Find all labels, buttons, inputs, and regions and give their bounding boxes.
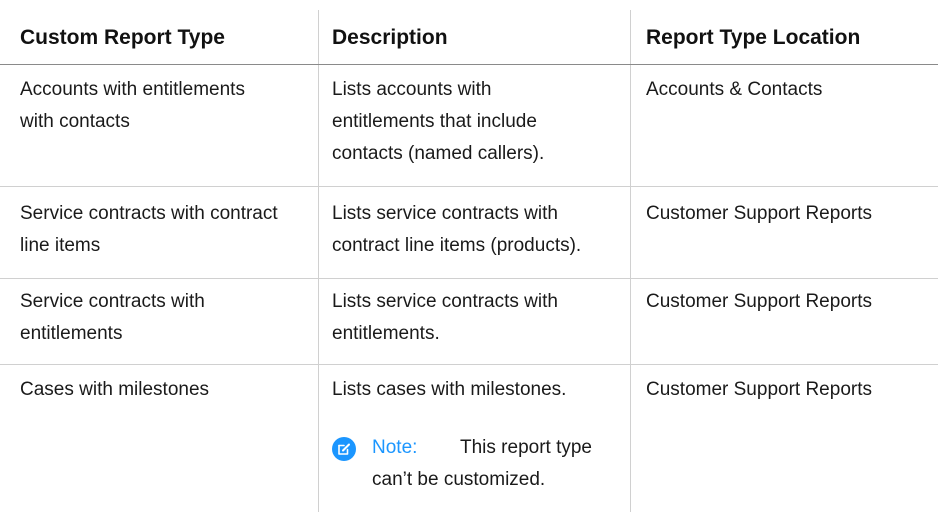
row-divider: [0, 278, 938, 279]
report-type-name: Service contracts with: [20, 291, 205, 312]
report-type-description: contract line items (products).: [332, 235, 582, 256]
report-type-description: Lists accounts with: [332, 79, 492, 100]
column-header-custom-report-type: Custom Report Type: [20, 26, 225, 49]
column-header-description: Description: [332, 26, 448, 49]
column-header-report-type-location: Report Type Location: [646, 26, 861, 49]
report-type-name: Accounts with entitlements: [20, 79, 245, 100]
column-divider-2: [630, 10, 631, 512]
report-type-description: contacts (named callers).: [332, 143, 545, 164]
report-type-description: Lists cases with milestones.: [332, 379, 567, 400]
report-types-table: Custom Report Type Description Report Ty…: [0, 0, 938, 512]
report-type-name: entitlements: [20, 323, 123, 344]
row-divider: [0, 364, 938, 365]
report-type-name: Service contracts with contract: [20, 203, 278, 224]
note-text: This report type: [460, 437, 592, 458]
report-type-description: entitlements that include: [332, 111, 537, 132]
report-type-name: Cases with milestones: [20, 379, 210, 400]
report-type-description: Lists service contracts with: [332, 291, 558, 312]
report-type-location: Customer Support Reports: [646, 291, 872, 312]
note-edit-icon: [332, 437, 356, 461]
header-divider: [0, 64, 938, 65]
row-divider: [0, 186, 938, 187]
report-type-description: entitlements.: [332, 323, 440, 344]
report-type-location: Customer Support Reports: [646, 379, 872, 400]
report-type-name: with contacts: [20, 111, 130, 132]
report-type-location: Customer Support Reports: [646, 203, 872, 224]
report-type-location: Accounts & Contacts: [646, 79, 823, 100]
report-type-description: Lists service contracts with: [332, 203, 558, 224]
note-text: can’t be customized.: [372, 469, 546, 490]
note-label: Note:: [372, 437, 418, 458]
report-type-name: line items: [20, 235, 101, 256]
column-divider-1: [318, 10, 319, 512]
